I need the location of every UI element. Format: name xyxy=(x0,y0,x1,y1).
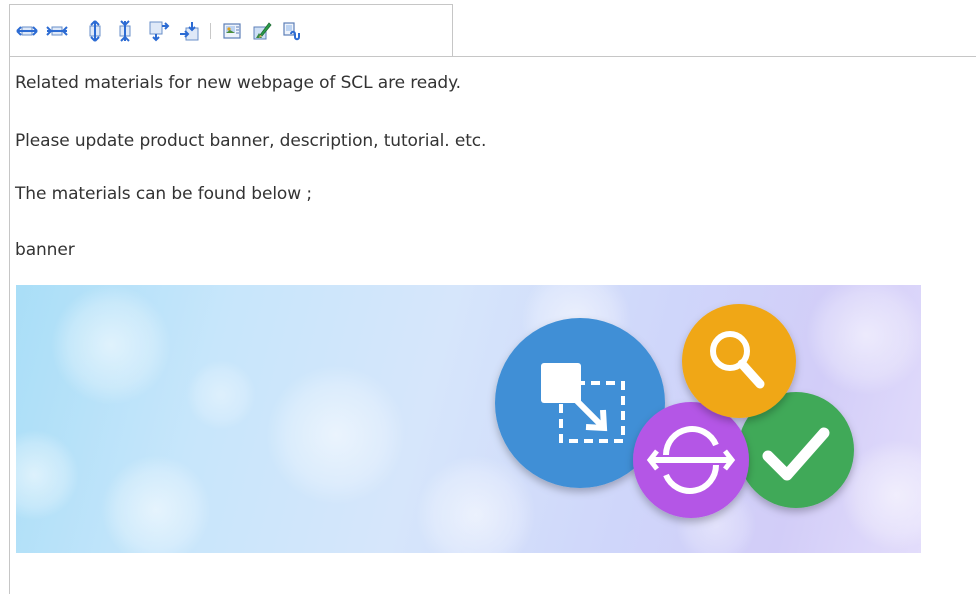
insert-column-left-button[interactable] xyxy=(174,15,204,47)
increase-height-icon xyxy=(89,19,101,42)
message-line-2: Please update product banner, descriptio… xyxy=(15,131,487,151)
decrease-width-icon xyxy=(46,25,68,36)
image-properties-button[interactable] xyxy=(217,15,247,47)
message-line-3: The materials can be found below ; xyxy=(15,184,312,204)
image-link-button[interactable] xyxy=(277,15,307,47)
insert-row-below-icon xyxy=(149,21,170,41)
decrease-height-icon xyxy=(119,19,131,42)
image-link-icon xyxy=(283,21,300,40)
decrease-width-button[interactable] xyxy=(42,15,72,47)
message-line-4: banner xyxy=(15,240,75,260)
edit-image-icon xyxy=(253,21,272,39)
increase-width-button[interactable] xyxy=(12,15,42,47)
banner-graphic xyxy=(16,285,921,553)
image-toolbar xyxy=(9,4,453,56)
insert-row-below-button[interactable] xyxy=(144,15,174,47)
increase-height-button[interactable] xyxy=(80,15,110,47)
message-line-1: Related materials for new webpage of SCL… xyxy=(15,73,461,93)
decrease-height-button[interactable] xyxy=(110,15,140,47)
edit-image-button[interactable] xyxy=(247,15,277,47)
toolbar-separator xyxy=(210,22,211,39)
increase-width-icon xyxy=(16,25,38,36)
page: Related materials for new webpage of SCL… xyxy=(0,0,976,594)
rich-text-editor[interactable]: Related materials for new webpage of SCL… xyxy=(9,56,976,594)
insert-column-left-icon xyxy=(180,21,199,40)
banner-image[interactable] xyxy=(16,285,921,553)
image-properties-icon xyxy=(223,22,241,39)
